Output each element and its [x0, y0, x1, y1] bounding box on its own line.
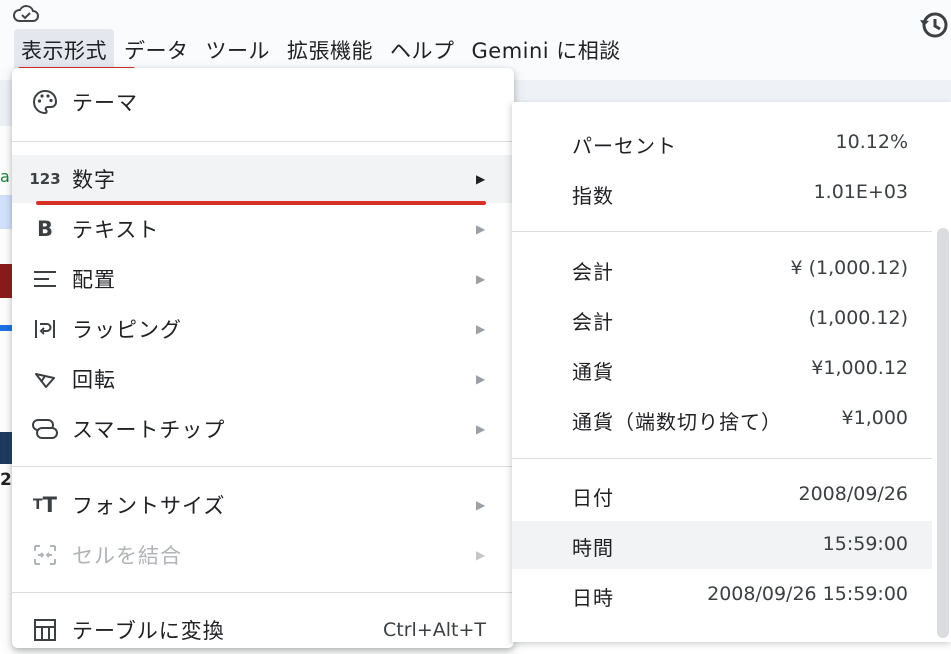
menu-item-label: テキスト	[72, 218, 160, 242]
text-wrap-icon	[32, 316, 58, 342]
menu-separator	[12, 592, 514, 593]
format-option-label: 時間	[572, 536, 614, 560]
submenu-arrow-icon: ▶	[476, 272, 486, 286]
submenu-arrow-icon: ▶	[476, 548, 486, 562]
table-icon	[32, 617, 58, 643]
menu-separator	[12, 141, 514, 142]
menu-item-merge-cells: セルを結合 ▶	[12, 531, 514, 579]
format-option-label: 日付	[572, 486, 614, 510]
format-option-accounting-yen[interactable]: 会計 ¥ (1,000.12)	[512, 245, 932, 293]
submenu-scrollbar[interactable]	[937, 228, 949, 638]
format-menu: テーマ 123 数字 ▶ B テキスト ▶ 配置 ▶ ラッピング ▶ 回転 ▶	[12, 68, 514, 648]
font-size-icon: TT	[33, 493, 57, 517]
submenu-arrow-icon: ▶	[476, 498, 486, 512]
format-option-accounting[interactable]: 会計 (1,000.12)	[512, 295, 932, 343]
menu-item-label: テーブルに変換	[72, 619, 225, 643]
format-option-example: 2008/09/26 15:59:00	[707, 583, 908, 605]
submenu-separator	[512, 231, 932, 232]
menu-item-label: セルを結合	[72, 544, 182, 568]
menu-item-label: スマートチップ	[72, 418, 226, 442]
submenu-separator	[512, 458, 932, 459]
menu-extensions[interactable]: 拡張機能	[280, 29, 380, 71]
menu-item-text[interactable]: B テキスト ▶	[12, 205, 514, 253]
format-option-example: 1.01E+03	[813, 181, 908, 203]
submenu-arrow-icon: ▶	[476, 422, 486, 436]
submenu-arrow-icon: ▶	[476, 322, 486, 336]
number-123-icon: 123	[29, 170, 61, 188]
version-history-icon[interactable]	[916, 8, 950, 42]
format-option-scientific[interactable]: 指数 1.01E+03	[512, 169, 932, 217]
sheet-cell-fragment	[0, 195, 12, 229]
format-option-label: パーセント	[572, 134, 677, 158]
format-option-example: ¥1,000	[841, 407, 908, 429]
menu-item-label: 回転	[72, 368, 116, 392]
menu-item-convert-to-table[interactable]: テーブルに変換 Ctrl+Alt+T	[12, 606, 514, 654]
palette-icon	[32, 89, 58, 115]
sheet-cell-fragment: a	[0, 167, 10, 186]
menubar: 表示形式 データ ツール 拡張機能 ヘルプ Gemini に相談	[14, 29, 631, 71]
format-option-label: 指数	[572, 184, 614, 208]
menu-item-alignment[interactable]: 配置 ▶	[12, 255, 514, 303]
format-option-label: 通貨	[572, 360, 614, 384]
format-option-label: 会計	[572, 260, 614, 284]
format-option-currency-rounded[interactable]: 通貨（端数切り捨て） ¥1,000	[512, 395, 932, 443]
menu-data[interactable]: データ	[117, 29, 196, 71]
menu-item-label: ラッピング	[72, 318, 182, 342]
menu-item-font-size[interactable]: TT フォントサイズ ▶	[12, 481, 514, 529]
submenu-arrow-icon: ▶	[476, 222, 486, 236]
format-option-percent[interactable]: パーセント 10.12%	[512, 119, 932, 167]
menu-item-label: 配置	[72, 268, 116, 292]
menu-gemini[interactable]: Gemini に相談	[465, 29, 628, 71]
format-option-label: 通貨（端数切り捨て）	[572, 410, 782, 434]
format-option-example: 2008/09/26	[798, 483, 908, 505]
bold-icon: B	[36, 217, 53, 241]
sheet-cell-fragment	[0, 325, 12, 331]
smart-chip-icon	[32, 416, 58, 442]
text-rotation-icon	[32, 366, 58, 392]
format-option-example: (1,000.12)	[808, 307, 908, 329]
menu-item-number[interactable]: 123 数字 ▶	[12, 155, 514, 203]
sheet-cell-fragment	[0, 264, 12, 298]
format-option-time[interactable]: 時間 15:59:00	[512, 521, 932, 569]
format-option-datetime[interactable]: 日時 2008/09/26 15:59:00	[512, 571, 932, 619]
format-option-label: 会計	[572, 310, 614, 334]
format-option-example: ¥1,000.12	[811, 357, 908, 379]
sheet-cell-fragment	[0, 432, 12, 464]
sheet-cell-fragment: 2	[0, 470, 12, 490]
submenu-arrow-icon: ▶	[476, 372, 486, 386]
format-option-example: 10.12%	[835, 131, 908, 153]
cloud-saved-icon[interactable]	[12, 2, 40, 26]
number-format-submenu: パーセント 10.12% 指数 1.01E+03 会計 ¥ (1,000.12)…	[512, 102, 951, 642]
menu-format[interactable]: 表示形式	[14, 29, 114, 71]
menu-item-label: フォントサイズ	[72, 494, 226, 518]
align-left-icon	[32, 266, 58, 292]
format-option-date[interactable]: 日付 2008/09/26	[512, 471, 932, 519]
format-option-example: ¥ (1,000.12)	[790, 257, 908, 279]
menu-help[interactable]: ヘルプ	[383, 29, 462, 71]
menu-item-smart-chips[interactable]: スマートチップ ▶	[12, 405, 514, 453]
format-option-currency[interactable]: 通貨 ¥1,000.12	[512, 345, 932, 393]
menu-item-rotation[interactable]: 回転 ▶	[12, 355, 514, 403]
menu-tools[interactable]: ツール	[199, 29, 278, 71]
format-option-example: 15:59:00	[822, 533, 908, 555]
menu-separator	[12, 466, 514, 467]
submenu-arrow-icon: ▶	[476, 172, 486, 186]
format-option-label: 日時	[572, 586, 614, 610]
menu-item-theme[interactable]: テーマ	[12, 78, 514, 126]
menu-item-label: 数字	[72, 168, 116, 192]
menu-item-wrapping[interactable]: ラッピング ▶	[12, 305, 514, 353]
merge-cells-icon	[32, 542, 58, 568]
menu-item-label: テーマ	[72, 91, 138, 115]
